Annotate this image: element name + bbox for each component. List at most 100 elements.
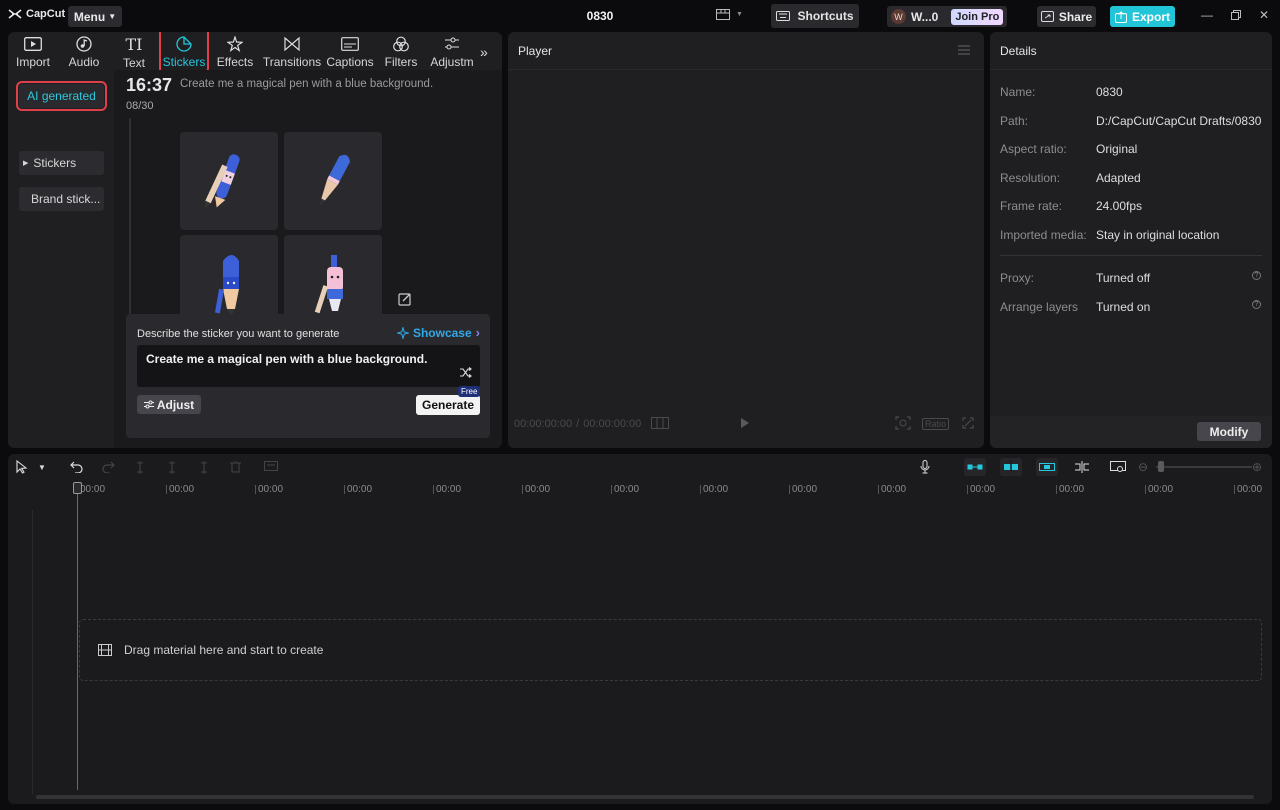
ruler-tick: 00:00: [610, 484, 640, 495]
chevron-down-icon: ▼: [108, 12, 117, 21]
details-divider: [1000, 255, 1262, 256]
sticker-result-1[interactable]: [180, 132, 278, 230]
layout-switch[interactable]: ▼: [716, 9, 743, 20]
help-icon[interactable]: ?: [1252, 300, 1261, 309]
chevron-down-icon[interactable]: ▼: [38, 460, 46, 474]
tab-label: Text: [122, 56, 145, 70]
adjust-button[interactable]: Adjust: [137, 395, 201, 414]
undo-icon[interactable]: [70, 460, 83, 474]
detail-label: Proxy:: [1000, 271, 1035, 285]
modify-button[interactable]: Modify: [1197, 422, 1261, 441]
share-icon: [1040, 11, 1054, 22]
zoom-in-icon[interactable]: ⊕: [1252, 460, 1262, 474]
play-icon[interactable]: [740, 417, 750, 432]
tab-audio[interactable]: Audio: [59, 35, 109, 69]
tab-filters[interactable]: Filters: [376, 35, 426, 69]
media-tabs: Import Audio TI Text Stickers Effects Tr…: [8, 32, 502, 72]
zoom-slider[interactable]: [1156, 466, 1252, 468]
tab-transitions[interactable]: Transitions: [263, 35, 321, 69]
detail-label: Frame rate:: [1000, 199, 1063, 213]
export-button[interactable]: Export: [1110, 6, 1175, 27]
showcase-link[interactable]: Showcase ›: [396, 325, 480, 340]
ruler-tick: 00:00: [432, 484, 462, 495]
timeline-scrollbar[interactable]: [36, 795, 1254, 799]
adjust-icon: [445, 37, 459, 49]
sticker-result-2[interactable]: [284, 132, 382, 230]
split-icon[interactable]: [136, 460, 144, 474]
linkage-icon[interactable]: [1036, 458, 1058, 476]
share-button[interactable]: Share: [1037, 6, 1096, 27]
preview-axis-icon[interactable]: [1074, 460, 1090, 474]
history-time: 16:37: [126, 75, 173, 95]
fullscreen-icon[interactable]: [962, 416, 974, 432]
ruler-tick: 00:00: [521, 484, 551, 495]
detail-label: Name:: [1000, 85, 1036, 99]
tab-captions[interactable]: Captions: [325, 35, 375, 69]
link-main-track-icon[interactable]: [964, 458, 986, 476]
capcut-logo-icon: [8, 9, 22, 19]
zoom-out-icon[interactable]: ⊖: [1138, 460, 1148, 474]
adjust-label: Adjust: [156, 397, 195, 412]
split-right-icon[interactable]: [200, 460, 208, 474]
delete-icon[interactable]: [230, 460, 241, 474]
help-icon[interactable]: ?: [1252, 271, 1261, 280]
subnav-brand-stickers[interactable]: Brand stick...: [19, 187, 104, 211]
ratio-button[interactable]: Ratio: [922, 418, 950, 430]
hamburger-menu-icon[interactable]: [958, 45, 970, 55]
details-header: Details: [990, 32, 1272, 70]
playhead[interactable]: [77, 482, 78, 790]
shortcuts-button[interactable]: Shortcuts: [771, 4, 859, 28]
select-cursor-icon[interactable]: [16, 460, 28, 474]
minimize-icon[interactable]: —: [1200, 8, 1214, 22]
zoom-slider-handle[interactable]: [1158, 461, 1164, 472]
tab-adjustment[interactable]: Adjustm: [427, 35, 477, 69]
shuffle-icon[interactable]: [459, 367, 472, 381]
detail-value: Original: [1096, 142, 1138, 156]
zoom-fit-icon[interactable]: [1110, 460, 1126, 474]
subnav-ai-generated[interactable]: AI generated: [16, 81, 107, 111]
subnav-label: Stickers: [33, 156, 77, 170]
ruler-tick: 00:00: [1233, 484, 1263, 495]
chevron-double-right-icon[interactable]: »: [480, 44, 488, 60]
pen-sticker-image: [204, 154, 240, 210]
main-track-drop-zone[interactable]: Drag material here and start to create: [79, 619, 1262, 681]
generate-button[interactable]: Generate: [416, 395, 480, 415]
snap-icon[interactable]: [1000, 458, 1022, 476]
caption-edit-icon[interactable]: [264, 460, 278, 474]
join-pro-button[interactable]: Join Pro: [951, 8, 1004, 25]
total-time: 00:00:00:00: [583, 418, 642, 430]
ruler-tick: 00:00: [788, 484, 818, 495]
microphone-icon[interactable]: [920, 460, 930, 474]
restore-icon[interactable]: [1229, 8, 1243, 22]
tab-import[interactable]: Import: [8, 35, 58, 69]
timeline-ruler: 00:00 00:00 00:00 00:00 00:00 00:00 00:0…: [8, 482, 1272, 496]
close-icon[interactable]: ✕: [1257, 8, 1271, 22]
captions-icon: [341, 36, 359, 51]
edit-image-icon[interactable]: [396, 290, 414, 308]
tab-label: Adjustm: [430, 55, 474, 69]
fit-view-icon[interactable]: [895, 415, 911, 433]
shortcuts-label: Shortcuts: [797, 9, 854, 23]
transitions-icon: [284, 36, 300, 51]
detail-value: Turned off: [1096, 271, 1151, 285]
user-name: W...0: [911, 9, 939, 24]
player-panel: Player 00:00:00:00 / 00:00:00:00 Ratio: [508, 32, 984, 448]
capcut-logo: CapCut: [8, 8, 65, 20]
sticker-prompt-input[interactable]: Create me a magical pen with a blue back…: [137, 345, 480, 387]
tab-effects[interactable]: Effects: [210, 35, 260, 69]
ruler-tick: 00:00: [699, 484, 729, 495]
user-account[interactable]: W W...0 Join Pro: [887, 6, 1007, 27]
menu-button[interactable]: Menu ▼: [68, 6, 122, 27]
timeline-toolbar: ▼ ⊖ ⊕: [8, 454, 1272, 480]
ruler-tick: 00:00: [966, 484, 996, 495]
detail-value: 24.00fps: [1096, 199, 1143, 213]
playhead-handle[interactable]: [73, 482, 82, 494]
split-left-icon[interactable]: [168, 460, 176, 474]
tab-text[interactable]: TI Text: [109, 35, 159, 71]
subnav-stickers[interactable]: ▶ Stickers: [19, 151, 104, 175]
sparkle-icon: [396, 326, 409, 339]
redo-icon[interactable]: [102, 460, 115, 474]
timeline-grid-icon[interactable]: [651, 416, 670, 432]
showcase-label: Showcase: [412, 325, 472, 340]
detail-label: Imported media:: [1000, 228, 1087, 242]
